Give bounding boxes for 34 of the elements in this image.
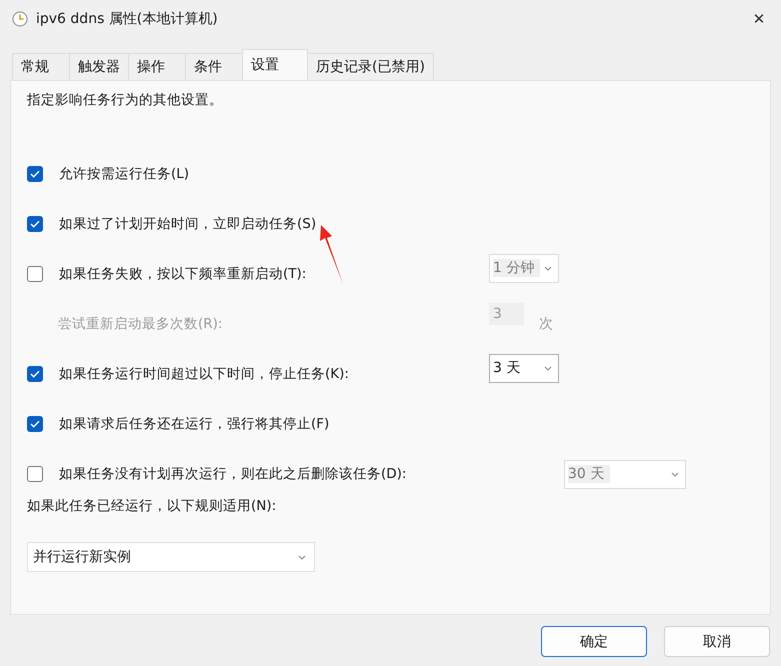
chevron-icon — [544, 266, 552, 270]
checkbox[interactable] — [27, 366, 43, 382]
intro-text: 指定影响任务行为的其他设置。 — [27, 91, 224, 109]
tab[interactable]: 常规 — [12, 53, 70, 80]
checkbox-label: 如果请求后任务还在运行，强行将其停止(F) — [59, 415, 330, 433]
close-button[interactable]: ✕ — [737, 2, 781, 36]
chevron-icon — [671, 472, 679, 476]
tab[interactable]: 设置 — [242, 49, 308, 80]
checkbox[interactable] — [27, 466, 43, 482]
check-icon — [30, 370, 40, 378]
window-title: ipv6 ddns 属性(本地计算机) — [36, 10, 219, 28]
checkbox-label: 允许按需运行任务(L) — [59, 165, 190, 183]
chevron-icon — [298, 554, 306, 560]
unit-label: 次 — [539, 315, 553, 333]
rule-label: 如果此任务已经运行，以下规则适用(N): — [27, 497, 278, 516]
checkbox[interactable] — [27, 266, 43, 282]
checkbox-label: 如果任务没有计划再次运行，则在此之后删除该任务(D): — [59, 465, 408, 483]
tab[interactable]: 历史记录(已禁用) — [307, 53, 434, 80]
checkbox[interactable] — [27, 416, 43, 432]
checkbox-label: 如果任务运行时间超过以下时间，停止任务(K): — [59, 365, 350, 383]
checkbox[interactable] — [27, 216, 43, 232]
checkbox-label: 如果过了计划开始时间，立即启动任务(S) — [59, 215, 318, 233]
checkbox-label: 如果任务失败，按以下频率重新启动(T): — [59, 265, 308, 283]
dialog-button[interactable]: 取消 — [664, 626, 770, 657]
chevron-icon — [544, 366, 552, 370]
check-icon — [30, 170, 40, 178]
clock-icon — [12, 10, 28, 26]
rule-dropdown[interactable]: 并行运行新实例 — [27, 542, 315, 572]
check-icon — [30, 220, 40, 228]
dropdown[interactable]: 3 天 — [489, 354, 559, 382]
dialog-button[interactable]: 确定 — [541, 626, 647, 657]
checkbox[interactable] — [27, 166, 43, 182]
check-icon — [30, 420, 40, 428]
field-label: 尝试重新启动最多次数(R): — [58, 315, 224, 333]
